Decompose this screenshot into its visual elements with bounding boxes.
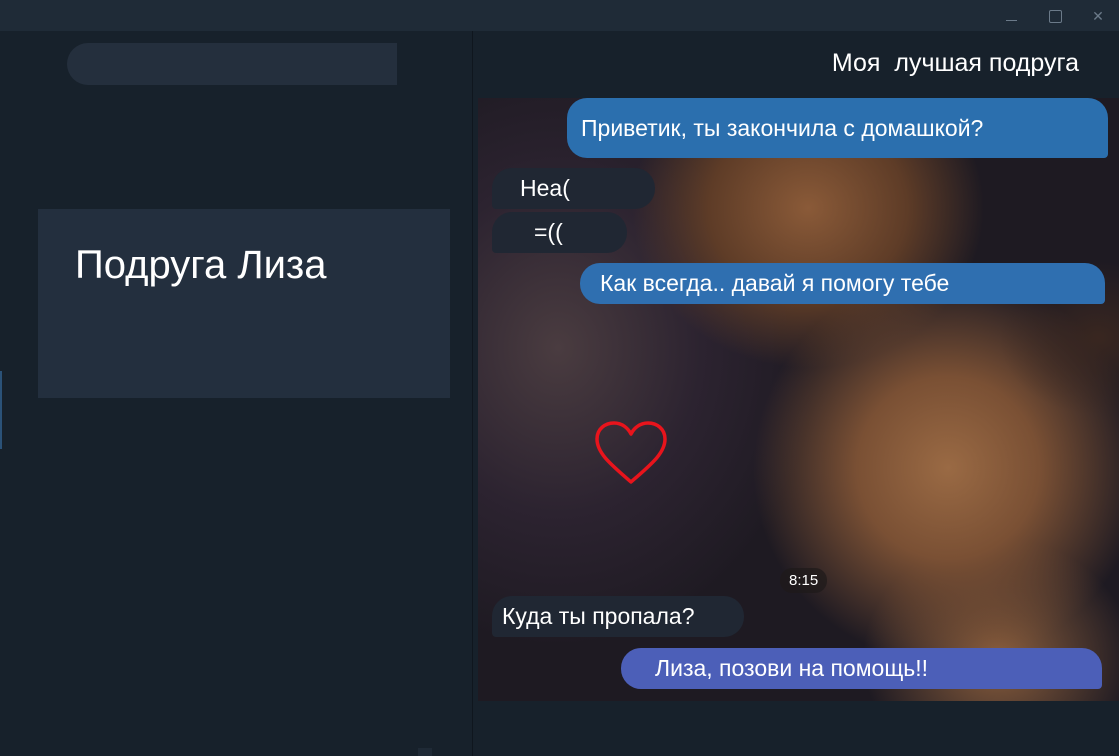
message-text: =(( xyxy=(534,219,563,245)
sidebar-scroll-indicator xyxy=(0,371,2,449)
message-text: Как всегда.. давай я помогу тебе xyxy=(600,270,950,296)
message-text: Неа( xyxy=(520,175,570,201)
chat-header: Моя лучшая подруга xyxy=(473,31,1119,98)
bottom-marker xyxy=(418,748,432,756)
chat-title[interactable]: Моя лучшая подруга xyxy=(832,49,1079,78)
chat-area: Приветик, ты закончила с домашкой? Неа( … xyxy=(478,98,1119,701)
message-bubble-outgoing[interactable]: Приветик, ты закончила с домашкой? xyxy=(567,98,1108,158)
maximize-icon[interactable] xyxy=(1045,6,1065,26)
chat-list-item-name: Подруга Лиза xyxy=(75,243,327,287)
message-text: Куда ты пропала? xyxy=(502,603,695,629)
close-icon[interactable]: ✕ xyxy=(1088,6,1108,26)
minimize-icon[interactable] xyxy=(1001,6,1021,26)
message-bubble-outgoing[interactable]: Как всегда.. давай я помогу тебе xyxy=(580,263,1105,304)
message-bubble-incoming[interactable]: Куда ты пропала? xyxy=(492,596,744,637)
heart-icon xyxy=(595,421,667,484)
panel-divider xyxy=(472,31,473,756)
time-badge: 8:15 xyxy=(780,568,828,593)
sidebar: Подруга Лиза xyxy=(0,31,472,756)
message-text: Приветик, ты закончила с домашкой? xyxy=(581,114,984,141)
chat-list-item[interactable]: Подруга Лиза xyxy=(38,209,450,398)
message-bubble-outgoing[interactable]: Лиза, позови на помощь!! xyxy=(621,648,1102,689)
message-bubble-incoming[interactable]: Неа( xyxy=(492,168,655,209)
title-bar: ✕ xyxy=(0,0,1119,31)
search-box[interactable] xyxy=(67,43,397,85)
message-text: Лиза, позови на помощь!! xyxy=(655,655,929,681)
search-input[interactable] xyxy=(67,43,397,85)
message-composer[interactable] xyxy=(473,701,1119,756)
message-bubble-incoming[interactable]: =(( xyxy=(492,212,627,253)
